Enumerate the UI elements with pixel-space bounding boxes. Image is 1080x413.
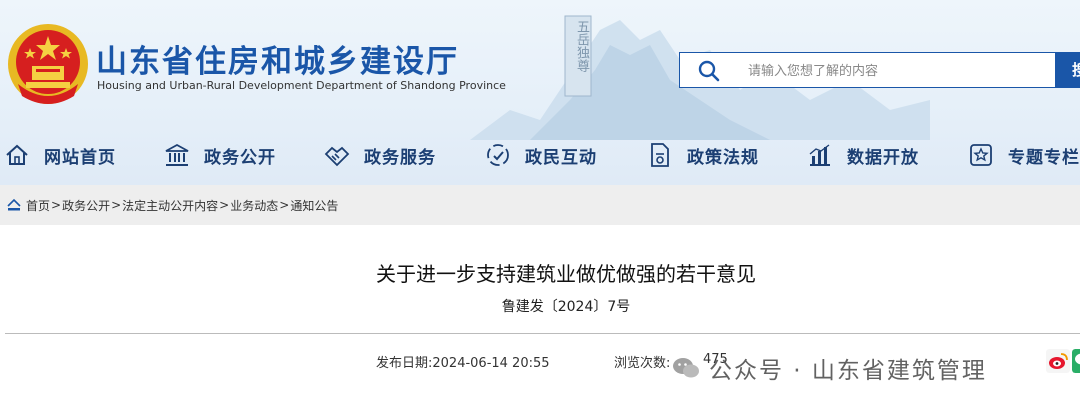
breadcrumb: 首页 > 政务公开 > 法定主动公开内容 > 业务动态 > 通知公告 bbox=[0, 185, 1080, 225]
breadcrumb-separator: > bbox=[51, 198, 62, 212]
nav-item-gov-services[interactable]: 政务服务 bbox=[324, 132, 436, 178]
mountain-text: 五岳独尊 bbox=[574, 20, 589, 72]
weibo-share-icon[interactable] bbox=[1046, 349, 1070, 373]
breadcrumb-gov-affairs[interactable]: 政务公开 bbox=[62, 197, 110, 214]
site-title[interactable]: 山东省住房和城乡建设厅 bbox=[96, 36, 459, 81]
search-icon bbox=[698, 60, 720, 82]
policy-document-icon bbox=[651, 143, 669, 167]
nav-label: 数据开放 bbox=[847, 147, 919, 168]
nav-item-gov-affairs[interactable]: 政务公开 bbox=[164, 132, 276, 178]
nav-item-topics[interactable]: 专题专栏 bbox=[968, 132, 1080, 178]
nav-label: 专题专栏 bbox=[1008, 147, 1080, 168]
breadcrumb-notices[interactable]: 通知公告 bbox=[290, 197, 338, 214]
site-header: 五岳独尊 山东省住房和城乡建设厅 Housing and Urban-Rural… bbox=[0, 0, 1080, 185]
handshake-icon bbox=[324, 146, 350, 167]
nav-label: 网站首页 bbox=[44, 147, 116, 168]
nav-label: 政民互动 bbox=[525, 147, 597, 168]
search-box bbox=[679, 52, 1056, 88]
breadcrumb-business-news[interactable]: 业务动态 bbox=[230, 197, 278, 214]
breadcrumb-home[interactable]: 首页 bbox=[26, 197, 50, 214]
breadcrumb-separator: > bbox=[219, 198, 230, 212]
breadcrumb-separator: > bbox=[111, 198, 122, 212]
nav-item-policy[interactable]: 政策法规 bbox=[647, 132, 759, 178]
topic-icon bbox=[970, 144, 992, 166]
publish-date: 发布日期:2024-06-14 20:55 bbox=[376, 356, 550, 371]
nav-item-open-data[interactable]: 数据开放 bbox=[807, 132, 919, 178]
wechat-icon bbox=[673, 358, 699, 378]
divider bbox=[5, 333, 1080, 334]
nav-item-home[interactable]: 网站首页 bbox=[4, 132, 116, 178]
nav-item-interaction[interactable]: 政民互动 bbox=[485, 132, 597, 178]
site-subtitle: Housing and Urban-Rural Development Depa… bbox=[97, 79, 506, 92]
breadcrumb-statutory-disclosure[interactable]: 法定主动公开内容 bbox=[122, 197, 218, 214]
nav-label: 政务服务 bbox=[364, 147, 436, 168]
search-button[interactable]: 搜索 bbox=[1055, 52, 1080, 88]
national-emblem-icon[interactable] bbox=[6, 22, 90, 106]
views-label: 浏览次数: bbox=[614, 356, 671, 371]
nav-label: 政务公开 bbox=[204, 147, 276, 168]
government-building-icon bbox=[165, 143, 189, 166]
breadcrumb-separator: > bbox=[279, 198, 290, 212]
wechat-share-icon[interactable] bbox=[1072, 349, 1080, 373]
main-nav: 网站首页 政务公开 政务服务 政民互动 政策法规 数据开放 专题专栏 bbox=[0, 132, 1080, 178]
interaction-icon bbox=[487, 144, 509, 166]
home-icon bbox=[6, 144, 28, 165]
home-icon bbox=[7, 198, 21, 211]
article-title: 关于进一步支持建筑业做优做强的若干意见 bbox=[376, 262, 756, 286]
nav-label: 政策法规 bbox=[687, 147, 759, 168]
data-chart-icon bbox=[809, 144, 830, 166]
wechat-watermark: 公众号 · 山东省建筑管理 bbox=[671, 351, 987, 385]
document-number: 鲁建发〔2024〕7号 bbox=[501, 299, 631, 315]
search-input[interactable] bbox=[746, 59, 1050, 83]
watermark-text: 公众号 · 山东省建筑管理 bbox=[709, 358, 987, 384]
search-bar: 搜索 bbox=[679, 52, 1080, 88]
